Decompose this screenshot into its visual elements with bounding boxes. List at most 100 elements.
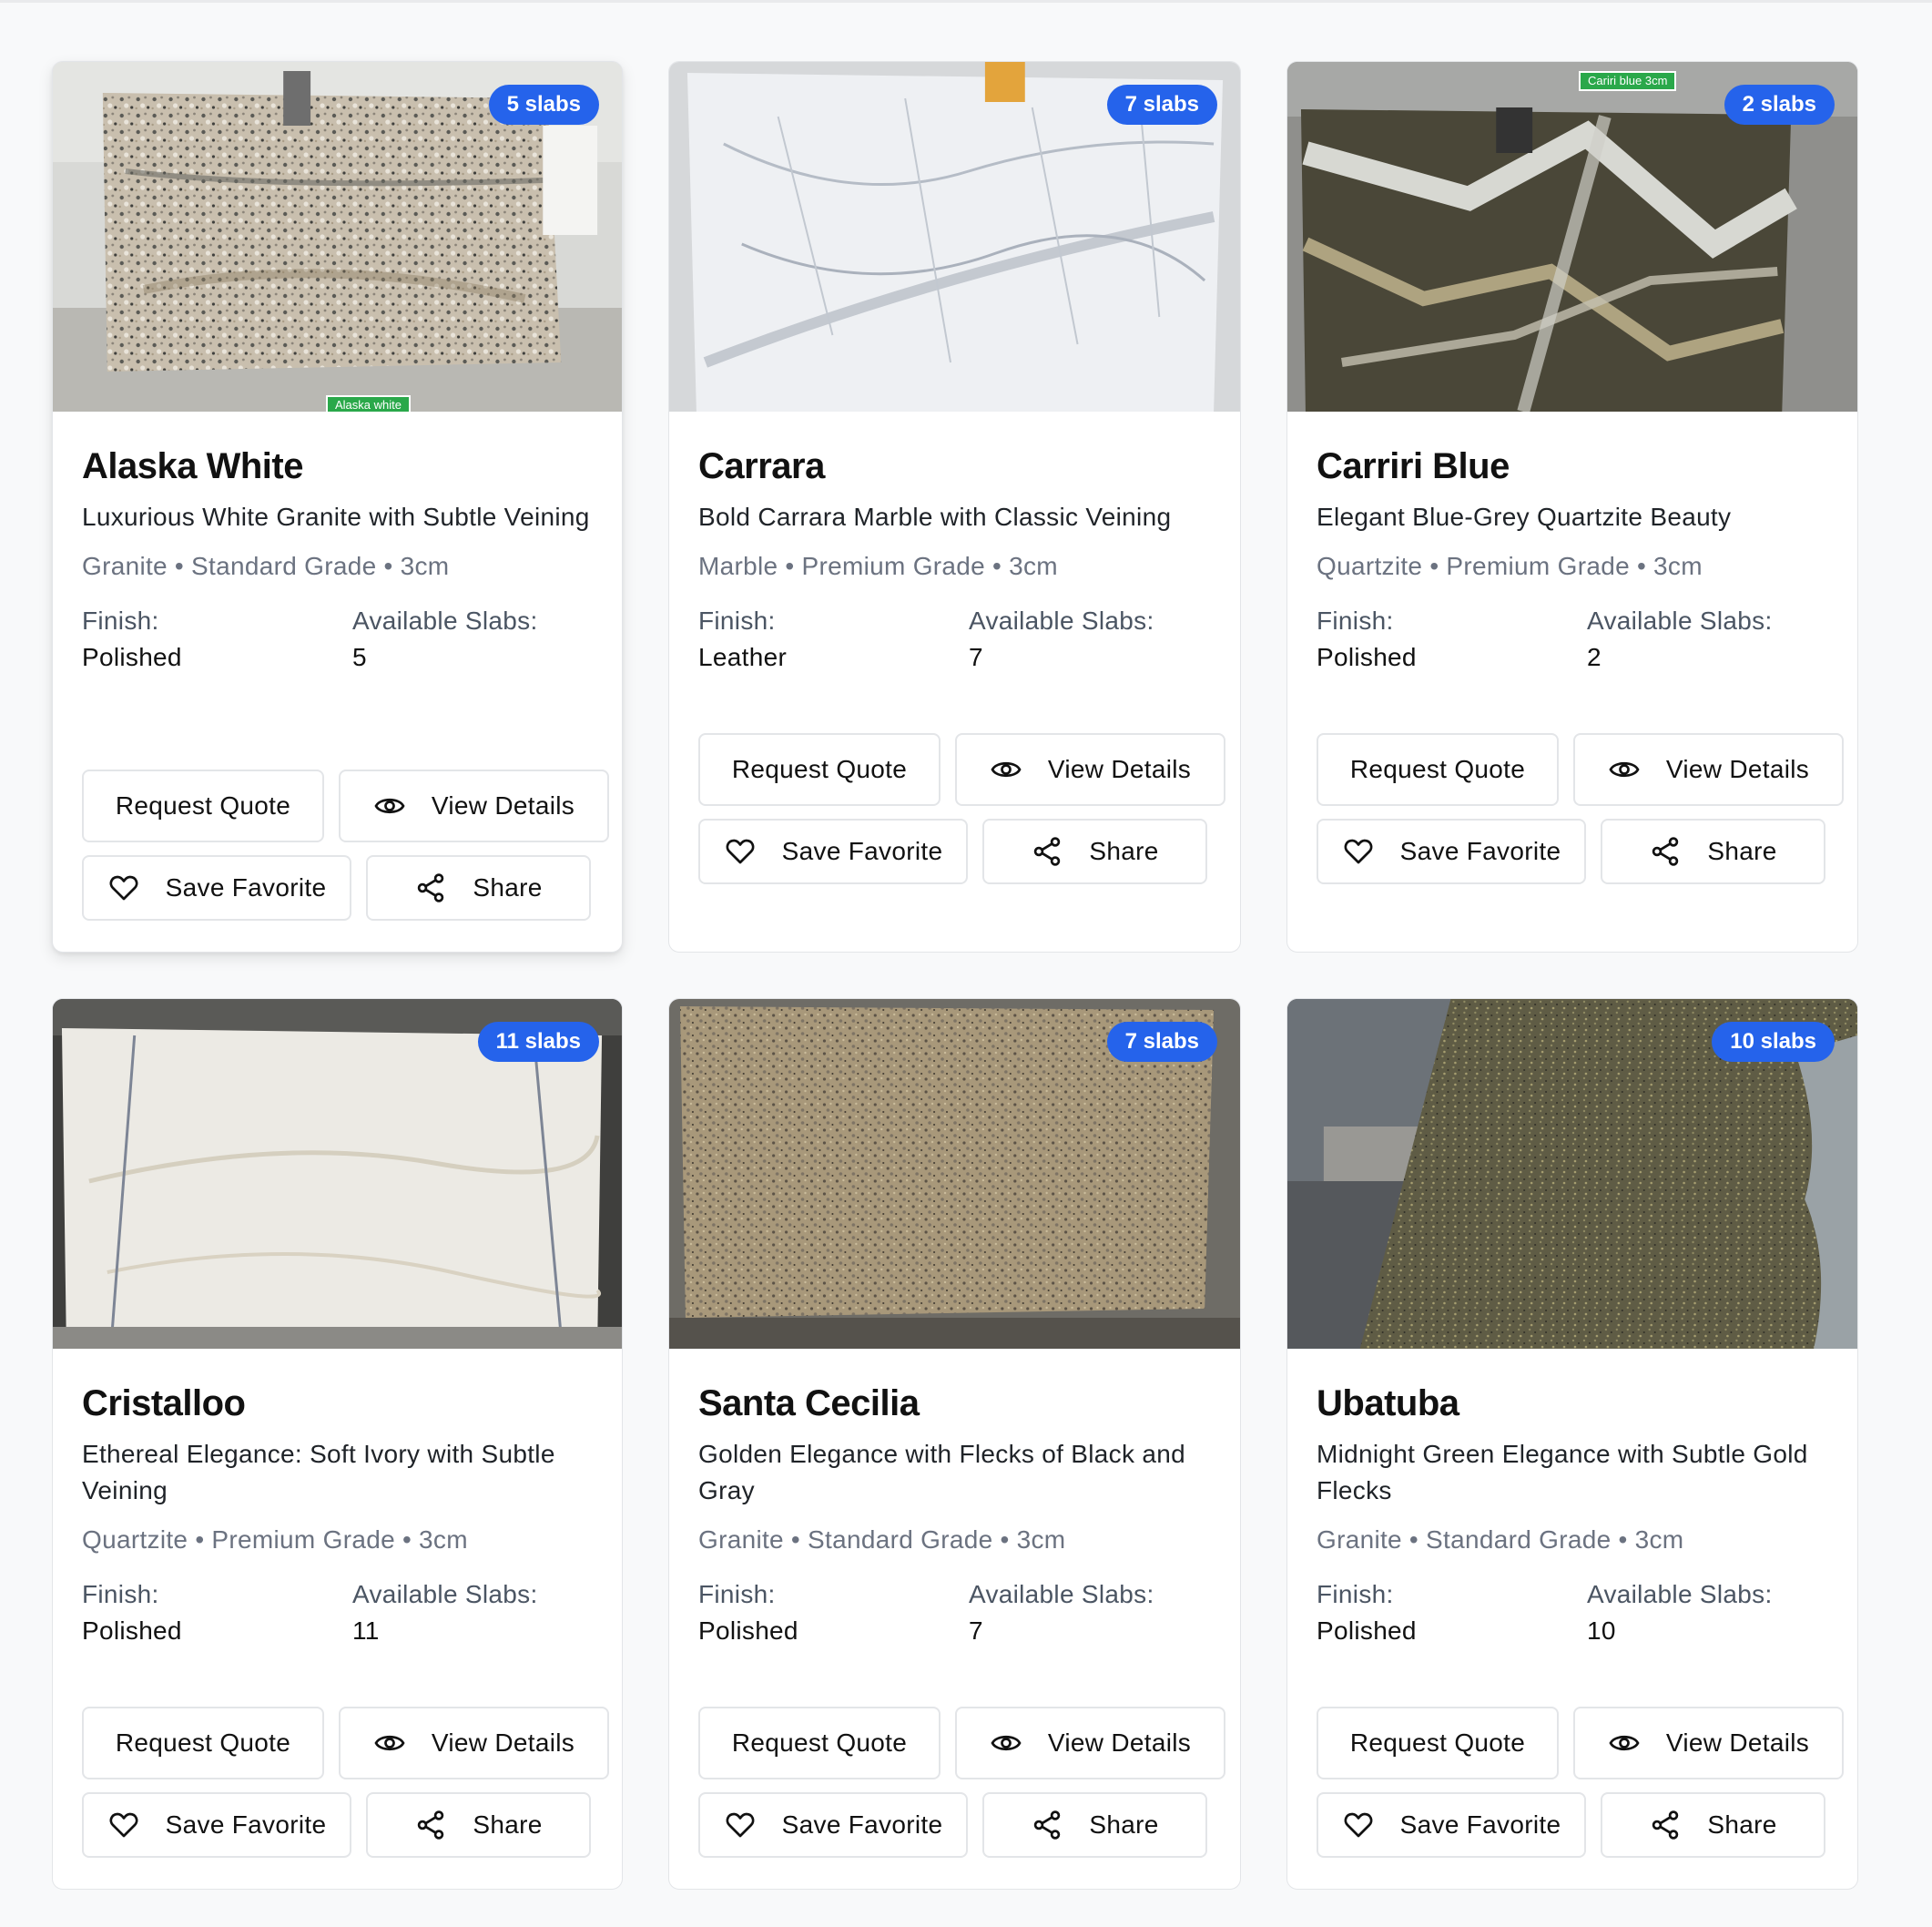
- share-button[interactable]: Share: [366, 855, 591, 921]
- thickness: 3cm: [419, 1525, 468, 1554]
- view-details-label: View Details: [431, 1728, 575, 1757]
- thickness: 3cm: [1653, 552, 1703, 580]
- heart-icon: [1342, 835, 1375, 868]
- view-details-button[interactable]: View Details: [339, 770, 609, 842]
- view-details-button[interactable]: View Details: [955, 733, 1225, 806]
- share-label: Share: [1707, 1810, 1777, 1839]
- slab-grid: 5 slabs Alaska white Alaska White Luxuri…: [52, 61, 1858, 1890]
- slab-meta: Quartzite • Premium Grade • 3cm: [82, 1525, 468, 1554]
- share-button[interactable]: Share: [982, 819, 1207, 884]
- save-favorite-label: Save Favorite: [781, 837, 943, 865]
- save-favorite-button[interactable]: Save Favorite: [698, 819, 968, 884]
- save-favorite-label: Save Favorite: [1399, 837, 1561, 865]
- slab-name: Alaska White: [82, 446, 303, 486]
- view-details-label: View Details: [1047, 1728, 1192, 1757]
- view-details-label: View Details: [431, 791, 575, 820]
- slab-card[interactable]: 11 slabs Cristalloo Ethereal Elegance: S…: [52, 998, 623, 1890]
- share-icon: [414, 1809, 447, 1841]
- photo-label-tag: Alaska white: [326, 395, 411, 412]
- slab-photo[interactable]: 7 slabs: [669, 999, 1240, 1349]
- save-favorite-button[interactable]: Save Favorite: [82, 855, 351, 921]
- slab-photo[interactable]: 5 slabs Alaska white: [53, 62, 622, 412]
- slab-name: Cristalloo: [82, 1383, 246, 1423]
- view-details-button[interactable]: View Details: [1573, 1707, 1844, 1779]
- slab-tagline: Elegant Blue-Grey Quartzite Beauty: [1317, 503, 1732, 531]
- material: Granite: [698, 1525, 784, 1554]
- share-label: Share: [1089, 1810, 1159, 1839]
- view-details-button[interactable]: View Details: [1573, 733, 1844, 806]
- card-actions: Request Quote View Details Save Favorite…: [1317, 1707, 1857, 1858]
- request-quote-button[interactable]: Request Quote: [698, 733, 941, 806]
- grade: Premium Grade: [211, 1525, 395, 1554]
- slab-name: Carriri Blue: [1317, 446, 1510, 486]
- slab-name: Santa Cecilia: [698, 1383, 920, 1423]
- slab-count-badge: 10 slabs: [1712, 1022, 1835, 1062]
- view-details-button[interactable]: View Details: [339, 1707, 609, 1779]
- slab-card[interactable]: 7 slabs Santa Cecilia Golden Elegance wi…: [668, 998, 1241, 1890]
- available-slabs-label: Available Slabs:: [969, 1580, 1154, 1608]
- slab-count-badge: 7 slabs: [1106, 85, 1217, 125]
- slab-meta: Quartzite • Premium Grade • 3cm: [1317, 552, 1703, 580]
- photo-label-tag: Cariri blue 3cm: [1579, 71, 1677, 91]
- heart-icon: [107, 1809, 140, 1841]
- available-slabs-label: Available Slabs:: [352, 1580, 538, 1608]
- finish-value: Polished: [1317, 643, 1417, 671]
- heart-icon: [107, 872, 140, 904]
- slab-specs: Finish: Available Slabs: Polished 11: [82, 1576, 593, 1649]
- share-icon: [414, 872, 447, 904]
- finish-value: Polished: [698, 1616, 798, 1645]
- share-label: Share: [473, 873, 543, 902]
- thickness: 3cm: [400, 552, 450, 580]
- finish-label: Finish:: [82, 607, 159, 635]
- slab-tagline: Midnight Green Elegance with Subtle Gold…: [1317, 1440, 1808, 1504]
- slab-card[interactable]: 5 slabs Alaska white Alaska White Luxuri…: [52, 61, 623, 953]
- eye-icon: [373, 1727, 406, 1759]
- grade: Premium Grade: [1446, 552, 1630, 580]
- eye-icon: [990, 1727, 1022, 1759]
- slab-count-badge: 11 slabs: [477, 1022, 599, 1062]
- request-quote-button[interactable]: Request Quote: [82, 770, 324, 842]
- slab-photo[interactable]: 2 slabs Cariri blue 3cm: [1287, 62, 1857, 412]
- material: Marble: [698, 552, 778, 580]
- request-quote-button[interactable]: Request Quote: [1317, 733, 1559, 806]
- slab-card[interactable]: 10 slabs Ubatuba Midnight Green Elegance…: [1286, 998, 1858, 1890]
- top-divider: [0, 0, 1932, 3]
- slab-tagline: Ethereal Elegance: Soft Ivory with Subtl…: [82, 1440, 555, 1504]
- slab-tagline: Bold Carrara Marble with Classic Veining: [698, 503, 1172, 531]
- available-slabs-value: 10: [1587, 1616, 1616, 1645]
- save-favorite-label: Save Favorite: [165, 1810, 327, 1839]
- share-button[interactable]: Share: [982, 1792, 1207, 1858]
- slab-specs: Finish: Available Slabs: Polished 7: [698, 1576, 1211, 1649]
- slab-card[interactable]: 7 slabs Carrara Bold Carrara Marble with…: [668, 61, 1241, 953]
- request-quote-button[interactable]: Request Quote: [1317, 1707, 1559, 1779]
- heart-icon: [724, 1809, 757, 1841]
- card-actions: Request Quote View Details Save Favorite…: [82, 1707, 622, 1858]
- save-favorite-label: Save Favorite: [165, 873, 327, 902]
- card-actions: Request Quote View Details Save Favorite…: [82, 770, 622, 921]
- request-quote-button[interactable]: Request Quote: [698, 1707, 941, 1779]
- share-label: Share: [1089, 837, 1159, 865]
- finish-label: Finish:: [698, 607, 776, 635]
- share-button[interactable]: Share: [1601, 1792, 1825, 1858]
- slab-photo[interactable]: 11 slabs: [53, 999, 622, 1349]
- material: Granite: [82, 552, 168, 580]
- eye-icon: [1608, 753, 1641, 786]
- material: Granite: [1317, 1525, 1402, 1554]
- eye-icon: [373, 790, 406, 822]
- material: Quartzite: [82, 1525, 188, 1554]
- slab-photo[interactable]: 10 slabs: [1287, 999, 1857, 1349]
- save-favorite-label: Save Favorite: [781, 1810, 943, 1839]
- available-slabs-value: 11: [352, 1616, 380, 1645]
- request-quote-button[interactable]: Request Quote: [82, 1707, 324, 1779]
- save-favorite-button[interactable]: Save Favorite: [1317, 819, 1586, 884]
- save-favorite-button[interactable]: Save Favorite: [1317, 1792, 1586, 1858]
- view-details-button[interactable]: View Details: [955, 1707, 1225, 1779]
- save-favorite-button[interactable]: Save Favorite: [82, 1792, 351, 1858]
- slab-photo[interactable]: 7 slabs: [669, 62, 1240, 412]
- save-favorite-button[interactable]: Save Favorite: [698, 1792, 968, 1858]
- slab-card[interactable]: 2 slabs Cariri blue 3cm Carriri Blue Ele…: [1286, 61, 1858, 953]
- share-button[interactable]: Share: [366, 1792, 591, 1858]
- available-slabs-label: Available Slabs:: [352, 607, 538, 635]
- finish-label: Finish:: [1317, 607, 1394, 635]
- share-button[interactable]: Share: [1601, 819, 1825, 884]
